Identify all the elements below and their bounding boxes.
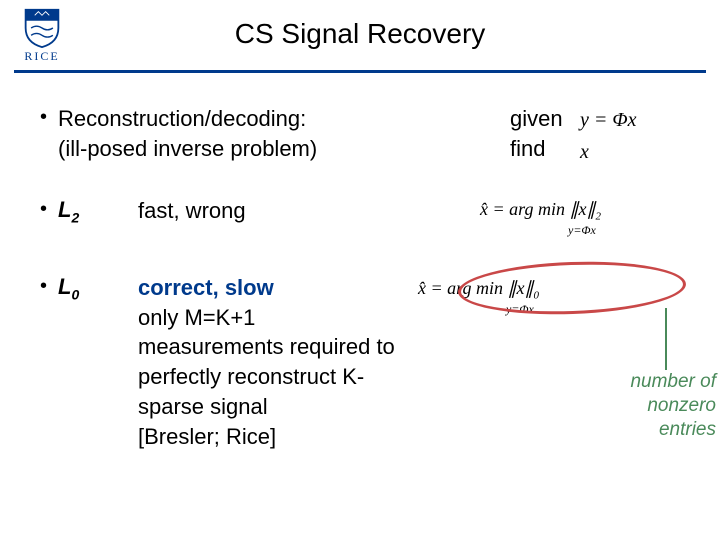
l2-text: fast, wrong [138, 196, 480, 226]
bullet-l2: • L2 fast, wrong x̂ = arg min ∥x∥2 y=Φx [40, 196, 700, 239]
l0-headline: correct, slow [138, 275, 274, 300]
bullet-dot: • [40, 104, 58, 130]
l0-sub: 0 [71, 286, 79, 302]
l0-text-block: correct, slow only M=K+1 measurements re… [138, 273, 418, 451]
callout-label: number of nonzero entries [546, 370, 716, 441]
bullet1-heading: Reconstruction/decoding: [58, 106, 306, 131]
eq-find: x [580, 141, 589, 163]
l2-sub: 2 [71, 209, 79, 225]
given-label: given [510, 106, 563, 131]
l2-label: L2 [58, 196, 138, 227]
callout-line1: number of [630, 371, 716, 392]
bullet-reconstruction: • Reconstruction/decoding: (ill-posed in… [40, 104, 700, 168]
find-label: find [510, 136, 545, 161]
l2-constraint: y=Φx [568, 221, 700, 239]
l2-equation: x̂ = arg min ∥x∥2 y=Φx [480, 196, 700, 239]
bullet-dot: • [40, 196, 58, 222]
callout-line3: entries [659, 419, 716, 440]
bullet-dot: • [40, 273, 58, 299]
l2-main: L [58, 197, 71, 222]
header: RICE CS Signal Recovery [0, 0, 720, 74]
title-divider [14, 70, 706, 73]
callout-line [665, 308, 667, 370]
bullet1-sub: (ill-posed inverse problem) [58, 136, 317, 161]
l0-label: L0 [58, 273, 138, 304]
l2-eq-main: x̂ = arg min ∥x∥ [480, 199, 595, 219]
l0-ref: [Bresler; Rice] [138, 424, 276, 449]
logo-text: RICE [24, 49, 59, 64]
l0-main: L [58, 274, 71, 299]
l0-body: only M=K+1 measurements required to perf… [138, 305, 395, 419]
page-title: CS Signal Recovery [0, 18, 720, 50]
callout-line2: nonzero [647, 395, 716, 416]
l2-eq-sub: 2 [595, 211, 601, 223]
eq-given: y = Φx [580, 109, 636, 131]
